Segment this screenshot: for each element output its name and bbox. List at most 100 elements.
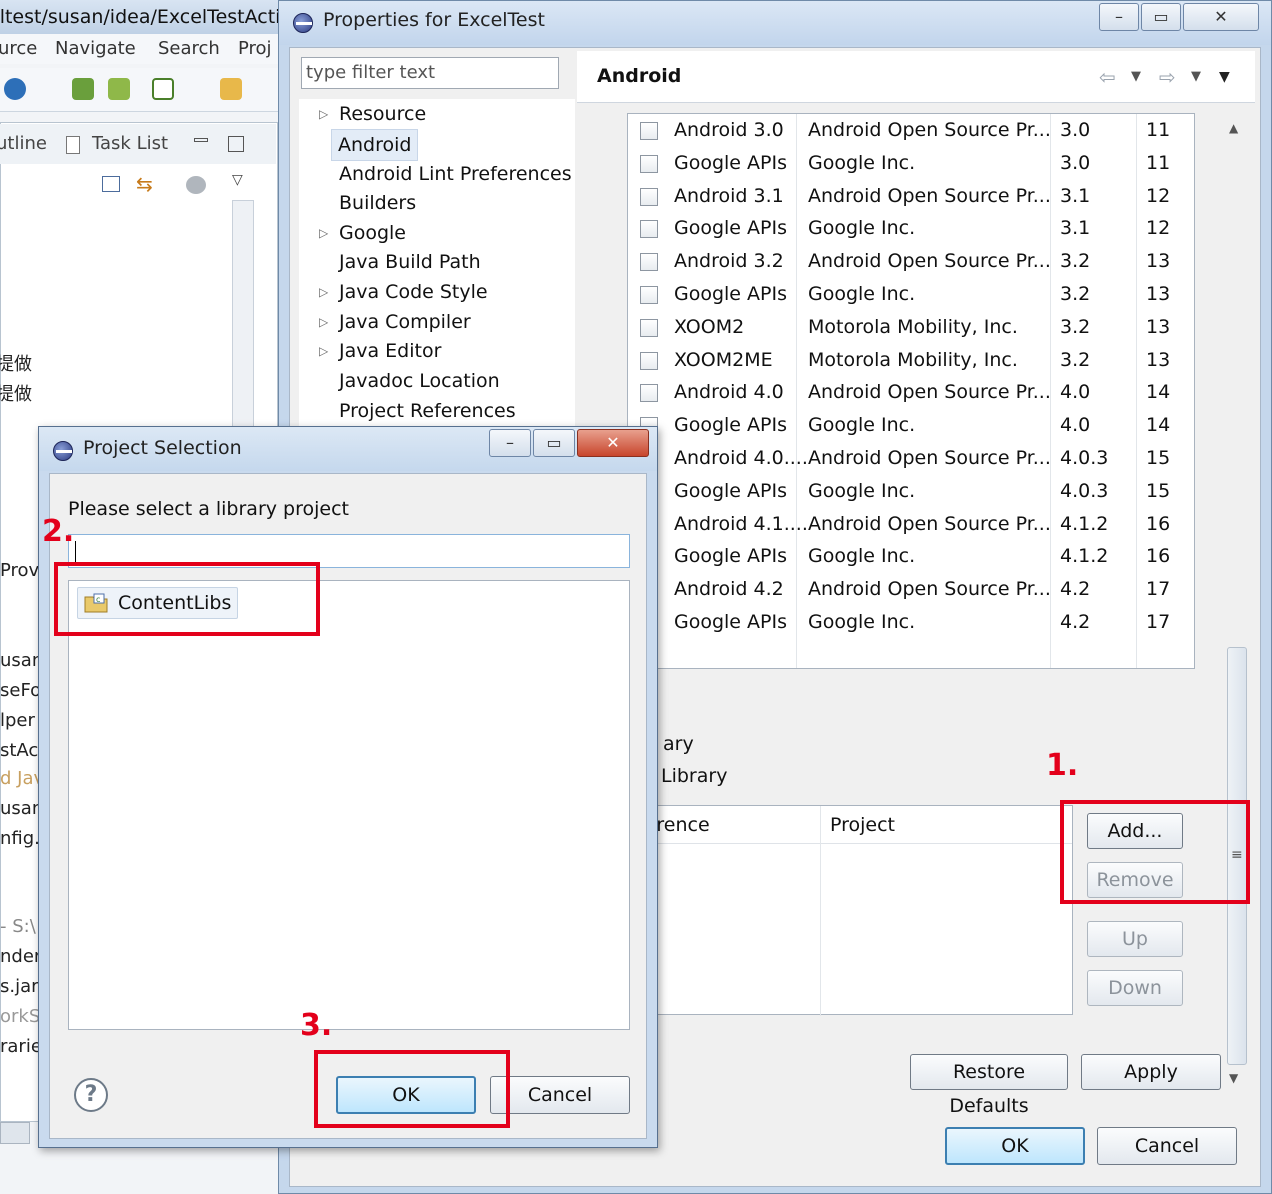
target-api-level: 13	[1146, 250, 1171, 273]
download-icon[interactable]	[72, 78, 94, 100]
target-checkbox[interactable]	[640, 384, 658, 403]
minimize-button[interactable]: –	[1099, 3, 1139, 31]
expand-arrow-icon[interactable]: ▷	[319, 99, 329, 129]
table-row[interactable]: Google APIs Google Inc. 4.0 14	[628, 409, 1194, 442]
table-row[interactable]: Android 4.1.... Android Open Source Pr...…	[628, 508, 1194, 541]
table-row[interactable]: Google APIs Google Inc. 3.0 11	[628, 147, 1194, 180]
android-device-icon[interactable]	[108, 78, 130, 100]
menu-source[interactable]: urce	[0, 34, 37, 64]
target-api-level: 14	[1146, 381, 1171, 404]
table-row[interactable]: Google APIs Google Inc. 4.0.3 15	[628, 475, 1194, 508]
table-row[interactable]: Android 3.0 Android Open Source Pr... 3.0 1…	[628, 114, 1194, 147]
target-api-level: 12	[1146, 217, 1171, 240]
table-row[interactable]: Google APIs Google Inc. 4.2 17	[628, 606, 1194, 639]
target-checkbox[interactable]	[640, 253, 658, 272]
target-vendor: Android Open Source Pr...	[808, 447, 1051, 469]
target-checkbox[interactable]	[640, 318, 658, 337]
minimize-button[interactable]: –	[489, 429, 531, 457]
maximize-button[interactable]: ▭	[1141, 3, 1181, 31]
menu-search[interactable]: Search	[158, 34, 220, 64]
back-dropdown-icon[interactable]: ▼	[1131, 69, 1141, 84]
target-platform: 4.0	[1060, 414, 1091, 437]
table-row[interactable]: Google APIs Google Inc. 4.1.2 16	[628, 540, 1194, 573]
is-library-label[interactable]: Library	[661, 765, 727, 787]
side-text-fragment: - S:\	[0, 916, 36, 937]
menu-navigate[interactable]: Navigate	[55, 34, 136, 64]
table-row[interactable]: Android 4.0 Android Open Source Pr... 4.0 1…	[628, 376, 1194, 409]
view-menu-icon[interactable]: ▽	[232, 172, 243, 188]
target-checkbox[interactable]	[640, 286, 658, 304]
help-icon[interactable]: ?	[74, 1078, 108, 1112]
cancel-button[interactable]: Cancel	[1097, 1127, 1237, 1165]
target-checkbox[interactable]	[640, 220, 658, 239]
cancel-button[interactable]: Cancel	[490, 1076, 630, 1114]
restore-defaults-button[interactable]: Restore Defaults	[910, 1054, 1068, 1117]
target-name: XOOM2ME	[674, 348, 773, 371]
new-file-icon[interactable]	[220, 78, 242, 100]
back-arrow-icon[interactable]: ⇦	[1099, 65, 1116, 89]
side-text-fragment: seFo	[0, 680, 42, 701]
forward-dropdown-icon[interactable]: ▼	[1191, 69, 1201, 84]
table-row[interactable]: Android 4.2 Android Open Source Pr... 4.2 1…	[628, 573, 1194, 606]
target-checkbox[interactable]	[640, 351, 658, 370]
side-view-scrollbar[interactable]	[232, 200, 254, 428]
side-text-fragment: nder	[0, 946, 42, 967]
target-vendor: Android Open Source Pr...	[808, 578, 1051, 601]
apply-button[interactable]: Apply	[1081, 1054, 1221, 1090]
target-checkbox[interactable]	[640, 154, 658, 173]
target-name: Android 3.2	[674, 250, 784, 273]
project-selection-title-bar: Project Selection – ▭ ✕	[39, 427, 657, 471]
minimize-icon[interactable]	[194, 138, 208, 142]
column-project[interactable]: Project	[830, 814, 895, 836]
annotation-step-2: 2.	[42, 514, 75, 549]
target-vendor: Google Inc.	[808, 217, 916, 240]
target-checkbox[interactable]	[640, 187, 658, 206]
target-api-level: 13	[1146, 348, 1171, 371]
target-name: Google APIs	[674, 283, 787, 305]
table-row[interactable]: Android 4.0.... Android Open Source Pr...…	[628, 442, 1194, 475]
target-api-level: 13	[1146, 283, 1171, 305]
checkbox-icon[interactable]	[152, 78, 174, 100]
target-name: Google APIs	[674, 217, 787, 240]
focus-icon[interactable]	[186, 176, 206, 194]
scroll-down-icon[interactable]: ▼	[1229, 1071, 1238, 1085]
target-api-level: 16	[1146, 512, 1171, 535]
expand-arrow-icon[interactable]: ▷	[319, 277, 329, 307]
tab-outline[interactable]: utline	[0, 124, 47, 164]
down-button[interactable]: Down	[1087, 970, 1183, 1006]
target-api-level: 12	[1146, 184, 1171, 207]
expand-arrow-icon[interactable]: ▷	[319, 307, 329, 337]
up-button[interactable]: Up	[1087, 921, 1183, 957]
close-button[interactable]: ✕	[1183, 3, 1259, 31]
link-editor-icon[interactable]: ⇆	[136, 172, 158, 196]
filter-input[interactable]: type filter text	[301, 57, 559, 89]
target-checkbox[interactable]	[640, 122, 658, 140]
table-row[interactable]: Android 3.2 Android Open Source Pr... 3.2 1…	[628, 245, 1194, 278]
ok-button[interactable]: OK	[945, 1127, 1085, 1165]
run-icon[interactable]	[4, 78, 26, 100]
expand-arrow-icon[interactable]: ▷	[319, 336, 329, 366]
maximize-button[interactable]: ▭	[533, 429, 575, 457]
tab-task-list[interactable]: Task List	[92, 124, 168, 164]
table-row[interactable]: Google APIs Google Inc. 3.2 13	[628, 278, 1194, 311]
table-row[interactable]: XOOM2ME Motorola Mobility, Inc. 3.2 13	[628, 344, 1194, 377]
eclipse-icon	[293, 13, 313, 33]
target-api-level: 11	[1146, 151, 1171, 174]
forward-arrow-icon[interactable]: ⇨	[1159, 65, 1176, 89]
maximize-icon[interactable]	[228, 136, 244, 152]
library-group-label: ary	[663, 733, 694, 755]
collapse-all-icon[interactable]	[102, 176, 120, 192]
target-platform: 3.0	[1060, 119, 1091, 141]
target-name: Google APIs	[674, 414, 787, 437]
page-title: Android	[597, 65, 682, 87]
annotation-box-project	[54, 562, 320, 636]
table-row[interactable]: Android 3.1 Android Open Source Pr... 3.1 1…	[628, 180, 1194, 213]
table-row[interactable]: XOOM2 Motorola Mobility, Inc. 3.2 13	[628, 311, 1194, 344]
menu-project[interactable]: Proj	[238, 34, 272, 64]
scroll-up-icon[interactable]: ▲	[1229, 121, 1238, 135]
view-menu-icon[interactable]: ▼	[1219, 69, 1230, 85]
side-hscroll[interactable]	[0, 1122, 30, 1144]
close-button[interactable]: ✕	[577, 429, 649, 457]
table-row[interactable]: Google APIs Google Inc. 3.1 12	[628, 212, 1194, 245]
expand-arrow-icon[interactable]: ▷	[319, 218, 329, 248]
